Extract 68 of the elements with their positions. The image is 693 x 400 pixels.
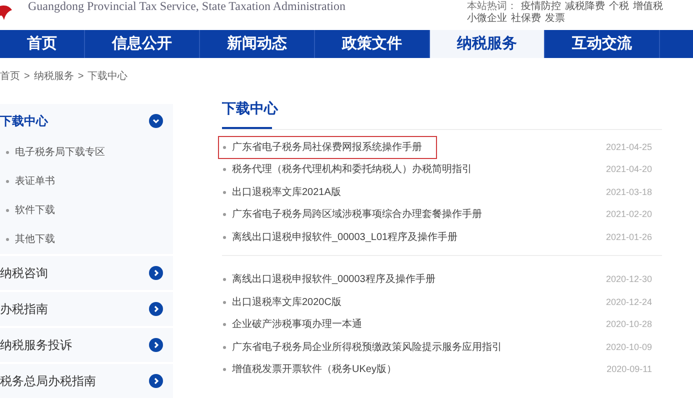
bullet-icon xyxy=(223,323,226,326)
sidebar-subitem[interactable]: 表证单书 xyxy=(0,167,173,196)
section-title: 下载中心 xyxy=(222,99,278,118)
bullet-icon xyxy=(6,151,9,154)
hot-word-link[interactable]: 社保费 xyxy=(511,13,541,25)
chevron-down-icon xyxy=(149,114,163,128)
date-text: 2020-10-28 xyxy=(606,318,652,331)
nav-tab[interactable]: 信息公开 xyxy=(85,30,200,58)
download-link[interactable]: 广东省电子税务局社保费网报系统操作手册 xyxy=(218,136,437,159)
date-text: 2021-04-20 xyxy=(606,163,652,176)
nav-tab[interactable]: 纳税服务 xyxy=(430,30,545,58)
site-subtitle: Guangdong Provincial Tax Service, State Taxation Administration xyxy=(28,0,346,12)
breadcrumb-link[interactable]: 首页 xyxy=(0,68,20,84)
date-text: 2021-04-25 xyxy=(606,140,652,154)
chevron-right-icon xyxy=(149,302,163,316)
bullet-icon xyxy=(223,168,226,172)
date-text: 2020-12-30 xyxy=(606,273,652,286)
bullet-icon xyxy=(6,238,9,241)
date-text: 2021-03-18 xyxy=(606,186,652,198)
breadcrumb-link[interactable]: 下载中心 xyxy=(88,68,128,84)
bullet-icon xyxy=(223,213,226,216)
nav-tab[interactable]: 互动交流 xyxy=(545,30,660,58)
bullet-icon xyxy=(223,278,226,282)
nav-tab[interactable]: 首页 xyxy=(0,30,85,58)
date-text: 2021-02-20 xyxy=(606,208,652,221)
breadcrumb-separator: > xyxy=(24,70,30,84)
download-link[interactable]: 广东省电子税务局企业所得税预缴政策风险提示服务应用指引 xyxy=(218,336,507,359)
sidebar-item[interactable]: 纳税咨询 xyxy=(0,256,173,290)
bullet-icon xyxy=(223,300,226,304)
hot-word-link[interactable]: 小微企业 xyxy=(467,13,507,25)
date-text: 2020-12-24 xyxy=(606,296,652,308)
nav-tab[interactable]: 新闻动态 xyxy=(200,30,315,58)
download-link[interactable]: 出口退税率文库2020C版 xyxy=(218,290,346,314)
sidebar-subitem[interactable]: 电子税务局下载专区 xyxy=(0,138,173,167)
sidebar-subitem[interactable]: 其他下载 xyxy=(0,225,173,254)
breadcrumb-link[interactable]: 纳税服务 xyxy=(34,68,74,84)
date-text: 2020-10-09 xyxy=(606,340,652,354)
sidebar-item[interactable]: 纳税服务投诉 xyxy=(0,328,173,362)
bullet-icon xyxy=(223,236,226,239)
download-link[interactable]: 离线出口退税申报软件_00003程序及操作手册 xyxy=(218,268,440,292)
bullet-icon xyxy=(223,346,226,349)
bullet-icon xyxy=(223,146,226,149)
download-link[interactable]: 税务代理（税务代理机构和委托纳税人）办税简明指引 xyxy=(218,158,477,182)
date-text: 2020-09-11 xyxy=(606,363,652,376)
download-link[interactable]: 企业破产涉税事项办理一本通 xyxy=(218,313,367,336)
download-link[interactable]: 增值税发票开票软件（税务UKey版） xyxy=(218,358,402,382)
hot-words-label: 本站热词： xyxy=(467,1,517,12)
download-link[interactable]: 离线出口退税申报软件_00003_L01程序及操作手册 xyxy=(218,226,463,249)
chevron-right-icon xyxy=(149,338,163,352)
date-text: 2021-01-26 xyxy=(606,230,652,244)
download-link[interactable]: 广东省电子税务局跨区域涉税事项综合办理套餐操作手册 xyxy=(218,203,487,226)
sidebar-subitem[interactable]: 软件下载 xyxy=(0,196,173,225)
hot-word-link[interactable]: 个税 xyxy=(609,1,629,13)
download-link[interactable]: 出口退税率文库2021A版 xyxy=(218,180,346,204)
bullet-icon xyxy=(223,190,226,194)
sidebar-item[interactable]: 税务总局办税指南 xyxy=(0,364,173,398)
hot-word-link[interactable]: 增值税 xyxy=(633,1,663,13)
breadcrumb-separator: > xyxy=(78,70,84,84)
bullet-icon xyxy=(6,209,9,212)
sidebar-item[interactable]: 办税指南 xyxy=(0,292,173,326)
hot-word-link[interactable]: 疫情防控 xyxy=(521,1,561,13)
bullet-icon xyxy=(6,180,9,183)
chevron-right-icon xyxy=(149,266,163,280)
hot-word-link[interactable]: 减税降费 xyxy=(565,1,605,13)
bullet-icon xyxy=(223,368,226,372)
sidebar-item[interactable]: 下载中心 xyxy=(0,104,173,138)
hot-word-link[interactable]: 发票 xyxy=(545,13,565,25)
chevron-right-icon xyxy=(149,374,163,388)
